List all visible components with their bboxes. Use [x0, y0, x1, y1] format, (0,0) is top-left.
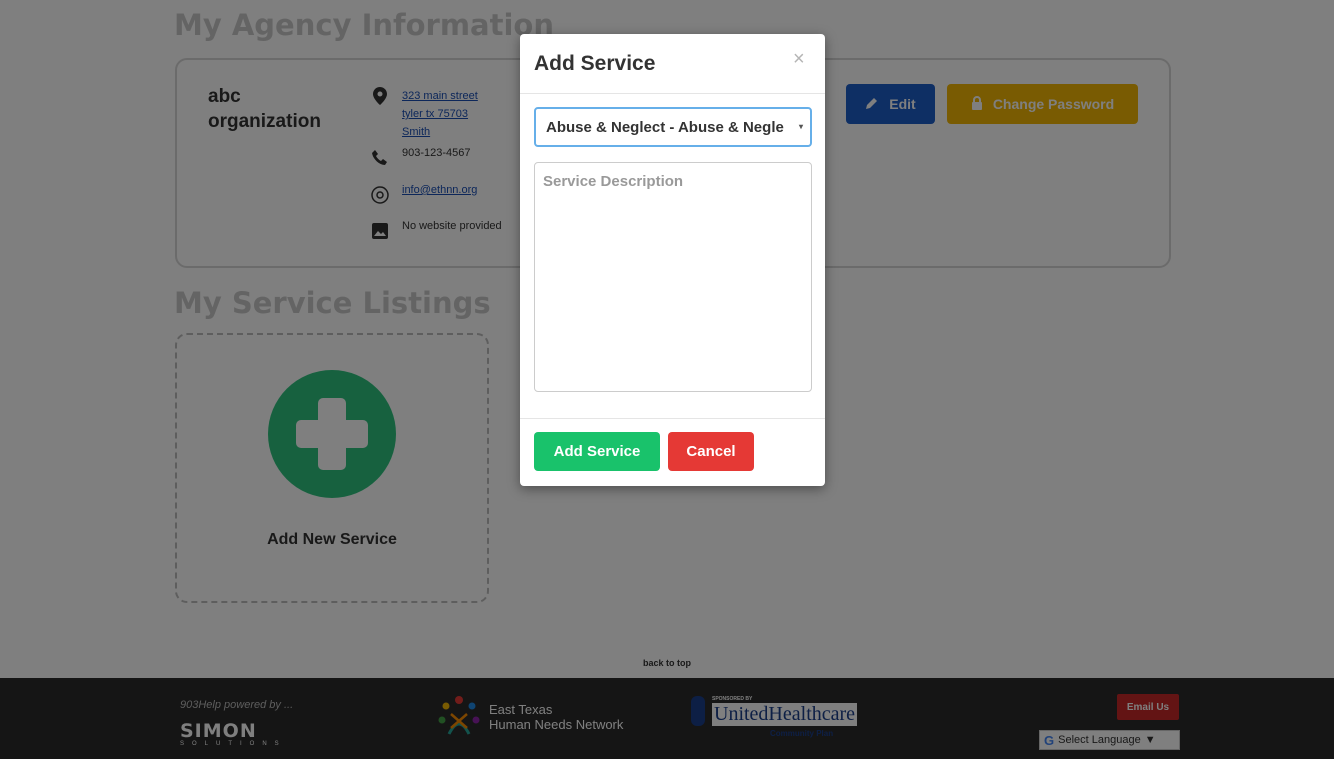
modal-frame: Add Service × Abuse & Neglect - Abuse & … — [0, 0, 1334, 759]
service-category-select[interactable]: Abuse & Neglect - Abuse & Neglect ▾ — [534, 107, 812, 147]
cancel-button[interactable]: Cancel — [668, 432, 754, 471]
add-service-modal: Add Service × Abuse & Neglect - Abuse & … — [520, 34, 825, 486]
modal-title: Add Service — [534, 52, 656, 75]
service-description-textarea[interactable]: Service Description — [534, 162, 812, 392]
page: My Agency Information abc organization 3… — [0, 0, 1334, 759]
modal-footer-divider — [520, 418, 825, 419]
close-icon[interactable]: × — [793, 48, 805, 70]
selected-service-value: Abuse & Neglect - Abuse & Neglect — [546, 118, 784, 136]
add-service-button[interactable]: Add Service — [534, 432, 660, 471]
modal-header-divider — [520, 93, 825, 94]
chevron-down-icon: ▾ — [799, 122, 804, 131]
